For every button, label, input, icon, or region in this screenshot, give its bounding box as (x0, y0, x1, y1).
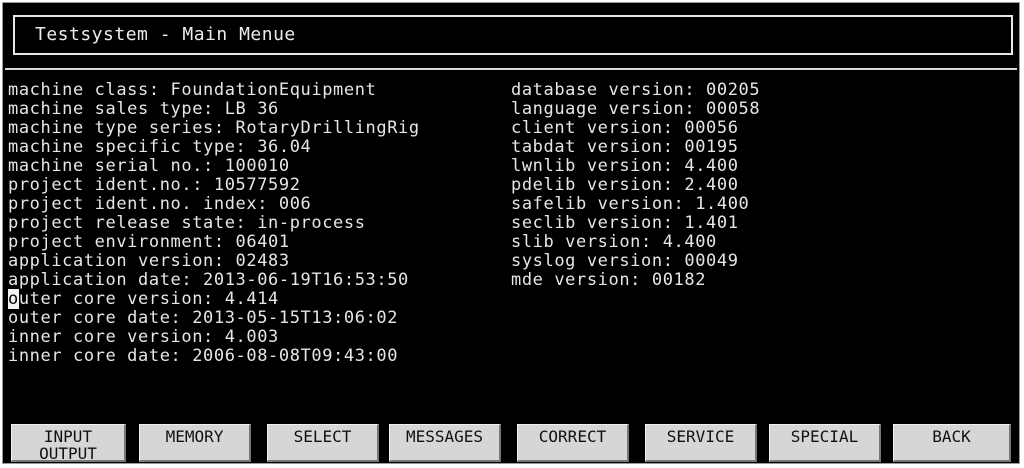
window-title: Testsystem - Main Menue (35, 24, 296, 45)
machine-info-column: machine class: FoundationEquipment machin… (8, 81, 420, 366)
version-line: mde version: 00182 (511, 270, 707, 290)
version-line: lwnlib version: 4.400 (511, 156, 739, 176)
separator-line (5, 68, 1017, 70)
fkey-messages-button[interactable]: MESSAGES (389, 424, 501, 462)
fkey-service-button[interactable]: SERVICE (645, 424, 757, 462)
fkey-special-button[interactable]: SPECIAL (769, 424, 881, 462)
info-line: machine class: FoundationEquipment (8, 80, 377, 100)
info-line: project environment: 06401 (8, 232, 290, 252)
info-line: machine sales type: LB 36 (8, 99, 279, 119)
info-line: outer core version: 4.414 (8, 289, 279, 309)
title-bar: Testsystem - Main Menue (13, 15, 1013, 55)
info-line: machine specific type: 36.04 (8, 137, 312, 157)
version-line: database version: 00205 (511, 80, 761, 100)
terminal-screen: Testsystem - Main Menue machine class: F… (2, 2, 1020, 464)
version-line: client version: 00056 (511, 118, 739, 138)
version-line: syslog version: 00049 (511, 251, 739, 271)
version-line: pdelib version: 2.400 (511, 175, 739, 195)
fkey-correct-button[interactable]: CORRECT (517, 424, 629, 462)
version-line: slib version: 4.400 (511, 232, 717, 252)
info-line: inner core version: 4.003 (8, 327, 279, 347)
info-line: outer core date: 2013-05-15T13:06:02 (8, 308, 399, 328)
version-line: tabdat version: 00195 (511, 137, 739, 157)
info-line: project ident.no. index: 006 (8, 194, 312, 214)
info-line: machine type series: RotaryDrillingRig (8, 118, 420, 138)
info-line: application date: 2013-06-19T16:53:50 (8, 270, 409, 290)
info-line: project release state: in-process (8, 213, 366, 233)
info-line: project ident.no.: 10577592 (8, 175, 301, 195)
function-key-bar: INPUT OUTPUT MEMORY SELECT MESSAGES CORRECT S… (3, 417, 1019, 463)
info-line: inner core date: 2006-08-08T09:43:00 (8, 346, 399, 366)
version-line: language version: 00058 (511, 99, 761, 119)
info-line: application version: 02483 (8, 251, 290, 271)
fkey-memory-button[interactable]: MEMORY (139, 424, 251, 462)
fkey-select-button[interactable]: SELECT (267, 424, 379, 462)
version-line: seclib version: 1.401 (511, 213, 739, 233)
version-line: safelib version: 1.400 (511, 194, 750, 214)
info-line: machine serial no.: 100010 (8, 156, 290, 176)
fkey-back-button[interactable]: BACK (893, 424, 1011, 462)
version-info-column: database version: 00205 language version:… (511, 81, 760, 290)
fkey-input-output-button[interactable]: INPUT OUTPUT (11, 424, 126, 462)
text-cursor: o (8, 289, 19, 309)
